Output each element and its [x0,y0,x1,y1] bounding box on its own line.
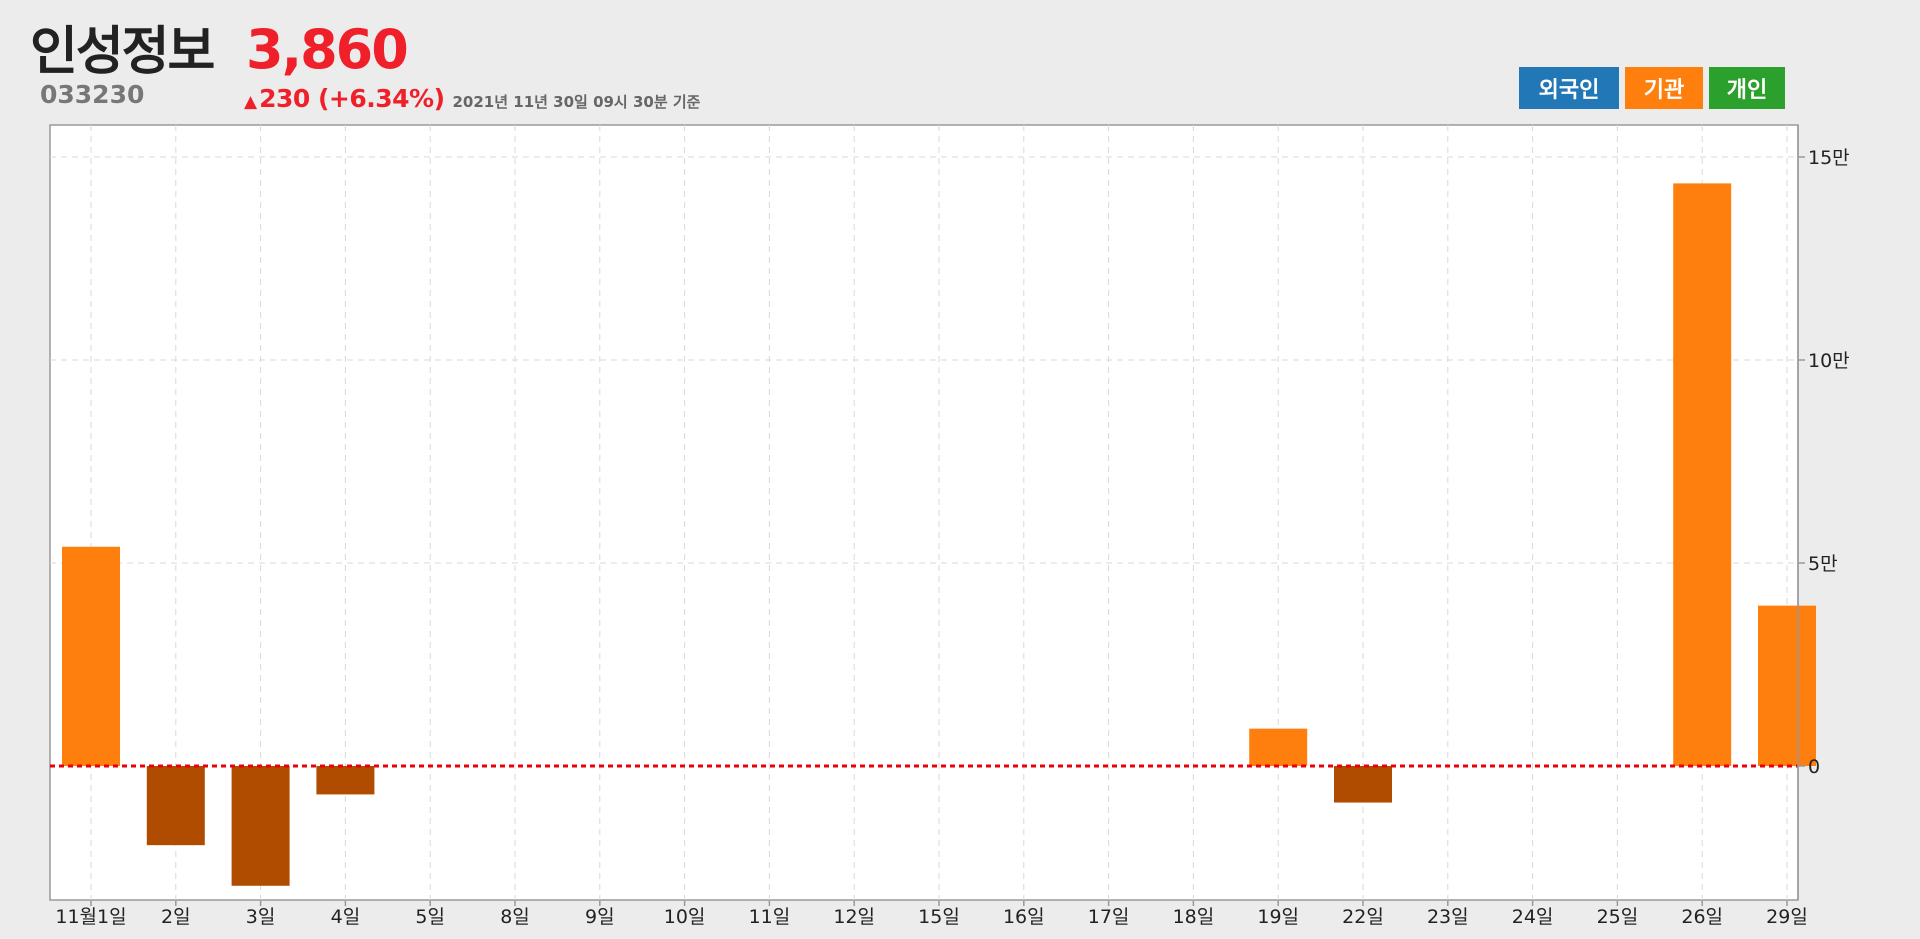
x-tick-label: 2일 [161,906,191,928]
x-tick-label: 18일 [1173,906,1215,928]
y-tick-label: 0 [1808,756,1820,778]
bar [1673,183,1732,766]
x-tick-label: 29일 [1766,906,1808,928]
bar [1758,605,1816,766]
x-tick-label: 24일 [1512,906,1554,928]
x-tick-label: 9일 [585,906,615,928]
x-tick-label: 10일 [664,906,706,928]
x-tick-label: 11월1일 [55,906,126,928]
y-tick-label: 10만 [1808,350,1850,372]
x-tick-label: 17일 [1088,906,1130,928]
x-axis: 11월1일 2일 3일 4일 5일 8일 9일 10일 11일 12일 15일 16일 17일 18일 19… [55,900,1808,928]
chart: 05만10만15만 11월1일 2일 3일 4일 5일 8일 9일 10일 11일 12일 15일 1… [49,124,1850,928]
x-tick-label: 16일 [1003,906,1045,928]
x-tick-label: 12일 [833,906,875,928]
x-tick-label: 23일 [1427,906,1469,928]
y-tick-label: 5만 [1808,553,1838,575]
x-tick-label: 19일 [1257,906,1299,928]
bar [146,766,205,846]
x-tick-label: 25일 [1597,906,1639,928]
x-tick-label: 15일 [918,906,960,928]
bar [316,766,375,795]
bar [231,766,290,886]
y-tick-label: 15만 [1808,147,1850,169]
plot-area [49,124,1799,901]
x-tick-label: 4일 [331,906,361,928]
x-tick-label: 8일 [500,906,530,928]
x-tick-label: 5일 [415,906,445,928]
x-tick-label: 3일 [246,906,276,928]
bar [62,546,120,766]
bar [1249,728,1308,766]
x-tick-label: 26일 [1681,906,1723,928]
x-tick-label: 22일 [1342,906,1384,928]
x-tick-label: 11일 [749,906,791,928]
bar [1334,766,1392,803]
